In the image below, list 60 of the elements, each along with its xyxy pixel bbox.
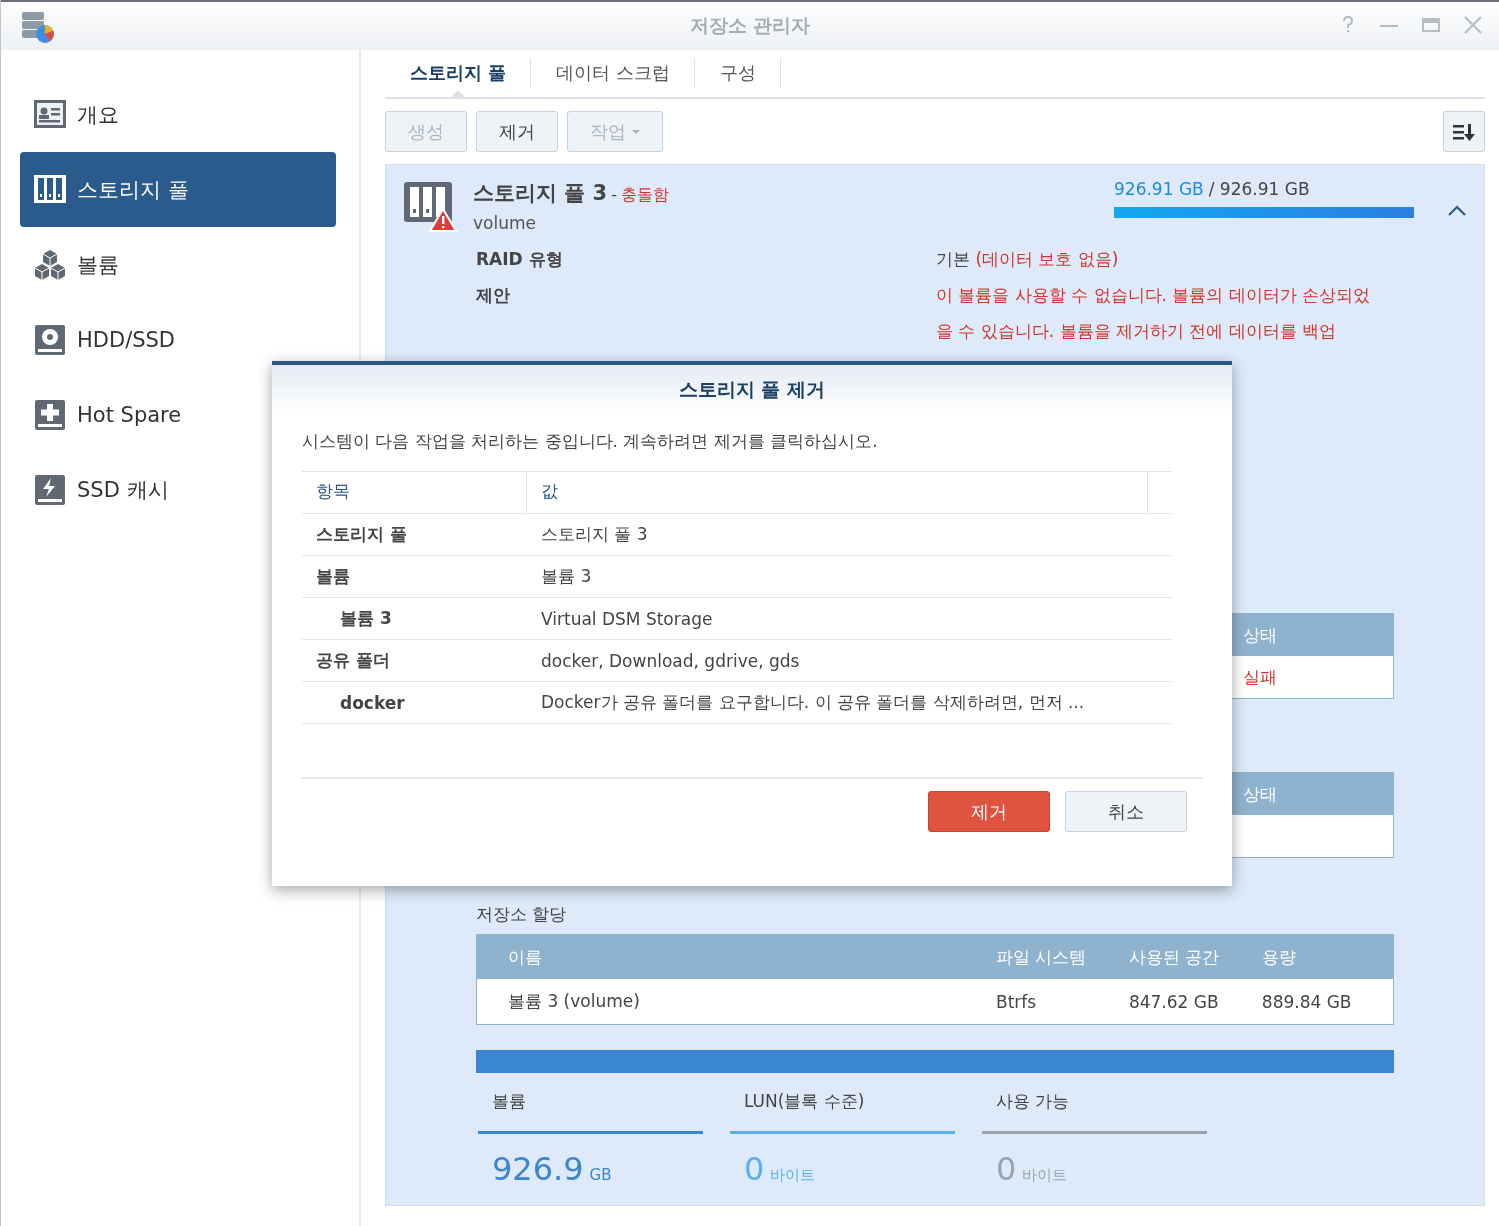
detail-value: 이 볼륨을 사용할 수 없습니다. 볼륨의 데이터가 손상되었을 수 있습니다. 볼륨을 제거하기 전에 데이터를 백업 [936,284,1372,343]
stat-label: 볼륨 [478,1073,703,1134]
stat-label: 사용 가능 [982,1073,1207,1134]
stat-value: 926.9 [492,1150,584,1188]
value-cell-text: 스토리지 풀 3 [540,523,648,546]
value-cell-text: 볼륨 3 [540,565,592,588]
stat-value: 0 [744,1150,765,1188]
app-logo-icon [19,10,55,44]
sidebar-item[interactable]: 볼륨 [20,227,336,302]
dialog-title: 스토리지 풀 제거 [272,365,1232,415]
sidebar-item[interactable]: 스토리지 풀 [20,152,336,227]
pool-status: 충돌함 [621,185,669,204]
column-header: 사용된 공간 [1127,934,1261,979]
maximize-icon[interactable] [1421,16,1441,34]
pool-subtitle: volume [473,213,537,233]
dialog-message: 시스템이 다음 작업을 처리하는 중입니다. 계속하려면 제거를 클릭하십시오. [302,430,879,453]
close-icon[interactable] [1463,16,1483,34]
used-capacity: 926.91 GB [1114,179,1204,199]
cancel-button[interactable]: 취소 [1065,791,1187,832]
plus-drive-icon [33,398,67,431]
table-cell: 847.62 GB [1127,979,1261,1025]
column-header: 이름 [476,934,995,979]
sidebar-item[interactable]: 개요 [20,77,336,152]
cubes-icon [33,248,67,281]
value-cell-text: Docker가 공유 폴더를 요구합니다. 이 공유 폴더를 삭제하려면, 먼저 ... [540,691,1085,714]
item-cell: 공유 폴더 [316,650,390,670]
toolbar-button[interactable]: 제거 [476,111,558,152]
stat-value: 0 [996,1150,1017,1188]
item-cell: docker [340,692,405,713]
lightning-drive-icon [33,473,67,506]
item-cell: 볼륨 [316,566,350,586]
chevron-icon[interactable] [1448,205,1466,217]
id-card-icon [33,98,67,131]
detail-label: 제안 [476,284,511,307]
table-cell: Btrfs [995,979,1128,1025]
caret-icon [632,129,640,134]
total-capacity: / 926.91 GB [1208,179,1310,199]
column-header: 파일 시스템 [995,934,1128,979]
remove-button[interactable]: 제거 [928,791,1050,832]
window-title: 저장소 관리자 [689,13,811,38]
detail-value: 기본 (데이터 보호 없음) [936,248,1120,271]
detail-label: RAID 유형 [476,248,564,271]
table-cell: 889.84 GB [1260,979,1394,1025]
drive-bays-icon [33,173,67,206]
column-header: 값 [527,472,1148,513]
separator-text: - [611,185,617,204]
section-title: 저장소 할당 [476,903,568,926]
stat-unit: 바이트 [770,1166,816,1184]
pool-name: 스토리지 풀 3 [473,181,608,205]
column-header: 용량 [1260,934,1394,979]
table-cell: 볼륨 3 (volume) [476,979,995,1025]
stat-label: LUN(블록 수준) [730,1073,955,1134]
item-cell: 스토리지 풀 [316,524,407,544]
stat-unit: 바이트 [1022,1166,1068,1184]
column-header: 항목 [302,472,527,513]
item-cell: 볼륨 3 [340,608,392,628]
sort-button[interactable] [1443,111,1485,152]
stat-unit: GB [589,1166,612,1184]
status-cell: 실패 [1243,667,1277,687]
sort-icon [1452,121,1476,142]
